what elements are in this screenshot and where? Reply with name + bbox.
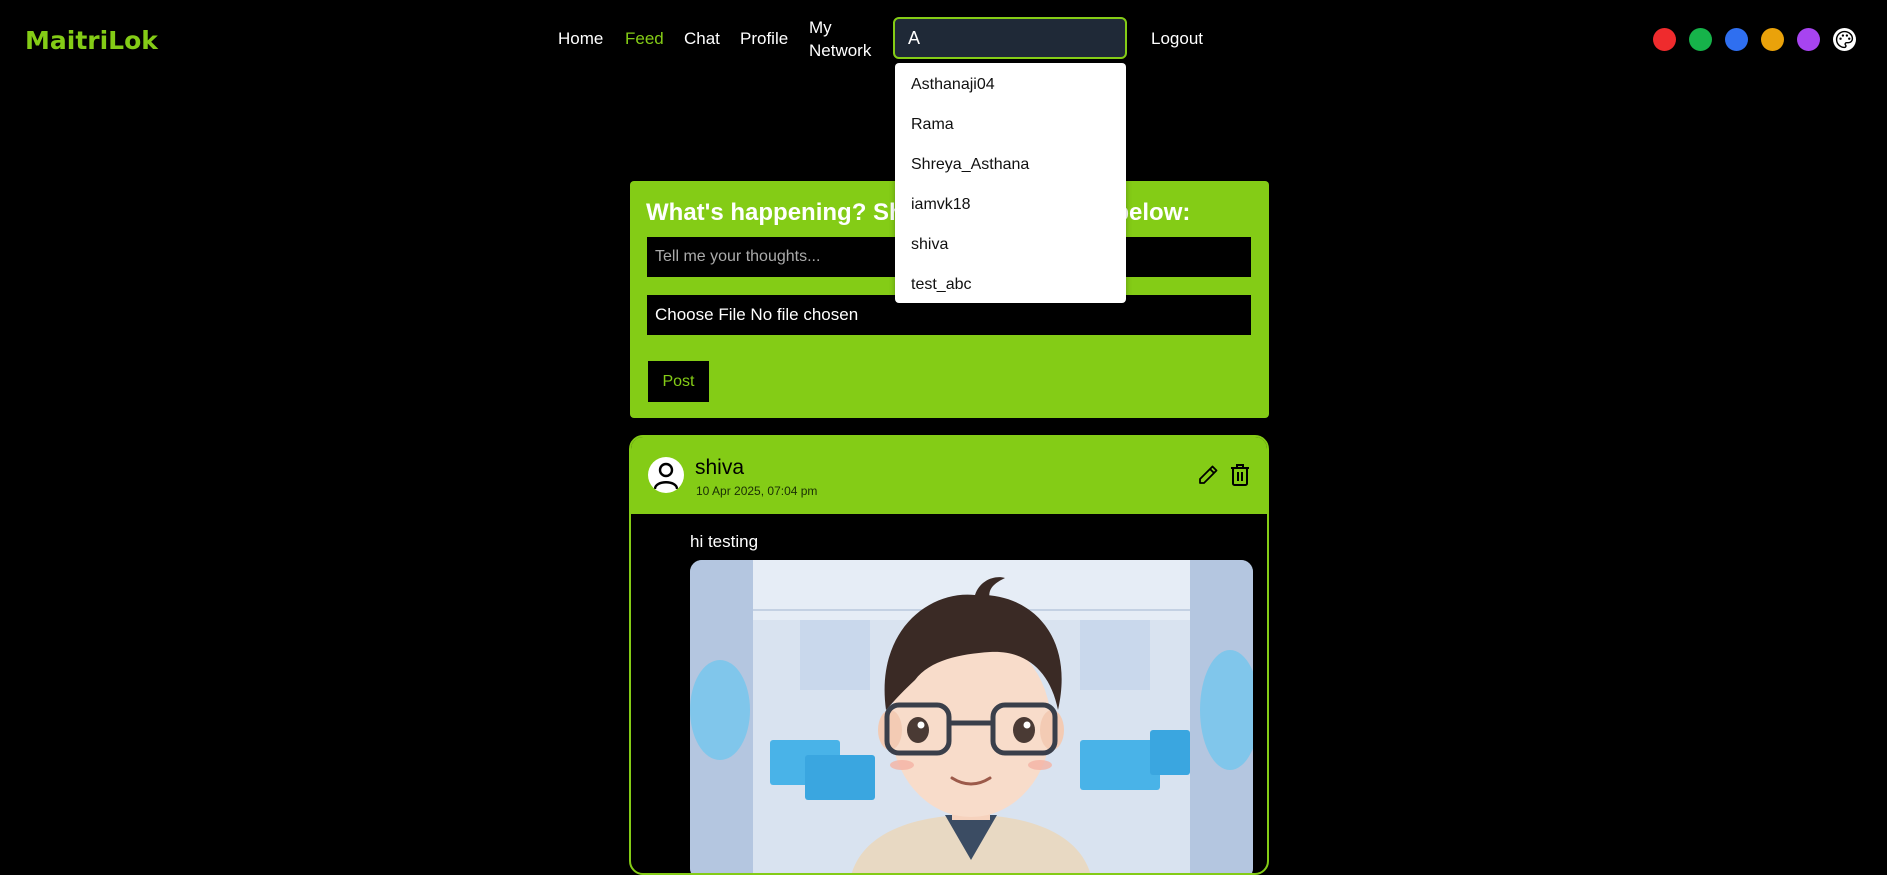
search-box[interactable] [893, 17, 1127, 59]
search-result-item[interactable]: test_abc [895, 265, 1126, 305]
trash-icon[interactable] [1228, 462, 1252, 493]
nav-my-network[interactable]: My Network [809, 16, 871, 62]
palette-icon-svg [1835, 30, 1854, 49]
nav-chat[interactable]: Chat [684, 27, 720, 51]
edit-icon[interactable] [1196, 463, 1220, 492]
palette-icon[interactable] [1833, 28, 1856, 51]
post-image[interactable] [690, 560, 1253, 873]
post-timestamp: 10 Apr 2025, 07:04 pm [696, 484, 818, 498]
theme-yellow-button[interactable] [1761, 28, 1784, 51]
theme-green-button[interactable] [1689, 28, 1712, 51]
search-result-item[interactable]: iamvk18 [895, 185, 1126, 225]
theme-red-button[interactable] [1653, 28, 1676, 51]
edit-icon-svg [1199, 465, 1218, 484]
trash-icon-svg [1231, 464, 1249, 486]
post-author[interactable]: shiva [695, 456, 744, 480]
nav-my-network-line1: My [809, 18, 832, 37]
user-avatar-icon[interactable] [648, 457, 684, 493]
post-text: hi testing [690, 532, 759, 551]
search-results-dropdown: Asthanaji04 Rama Shreya_Asthana iamvk18 … [895, 63, 1126, 303]
post-header: shiva 10 Apr 2025, 07:04 pm [631, 437, 1267, 514]
user-avatar-svg [653, 462, 679, 490]
search-result-item[interactable]: Asthanaji04 [895, 65, 1126, 105]
search-input[interactable] [895, 19, 1125, 57]
logout-button[interactable]: Logout [1151, 27, 1203, 51]
nav-profile[interactable]: Profile [740, 27, 788, 51]
post-card: shiva 10 Apr 2025, 07:04 pm hi testing [629, 435, 1269, 875]
search-result-item[interactable]: shiva [895, 225, 1126, 265]
search-result-item[interactable]: Rama [895, 105, 1126, 145]
post-button[interactable]: Post [648, 361, 709, 402]
post-image-illustration [690, 560, 1253, 873]
nav-feed[interactable]: Feed [625, 27, 664, 51]
nav-home[interactable]: Home [558, 27, 603, 51]
search-result-item[interactable]: Shreya_Asthana [895, 145, 1126, 185]
theme-purple-button[interactable] [1797, 28, 1820, 51]
theme-blue-button[interactable] [1725, 28, 1748, 51]
app-logo[interactable]: MaitriLok [25, 26, 158, 55]
nav-my-network-line2: Network [809, 41, 872, 60]
